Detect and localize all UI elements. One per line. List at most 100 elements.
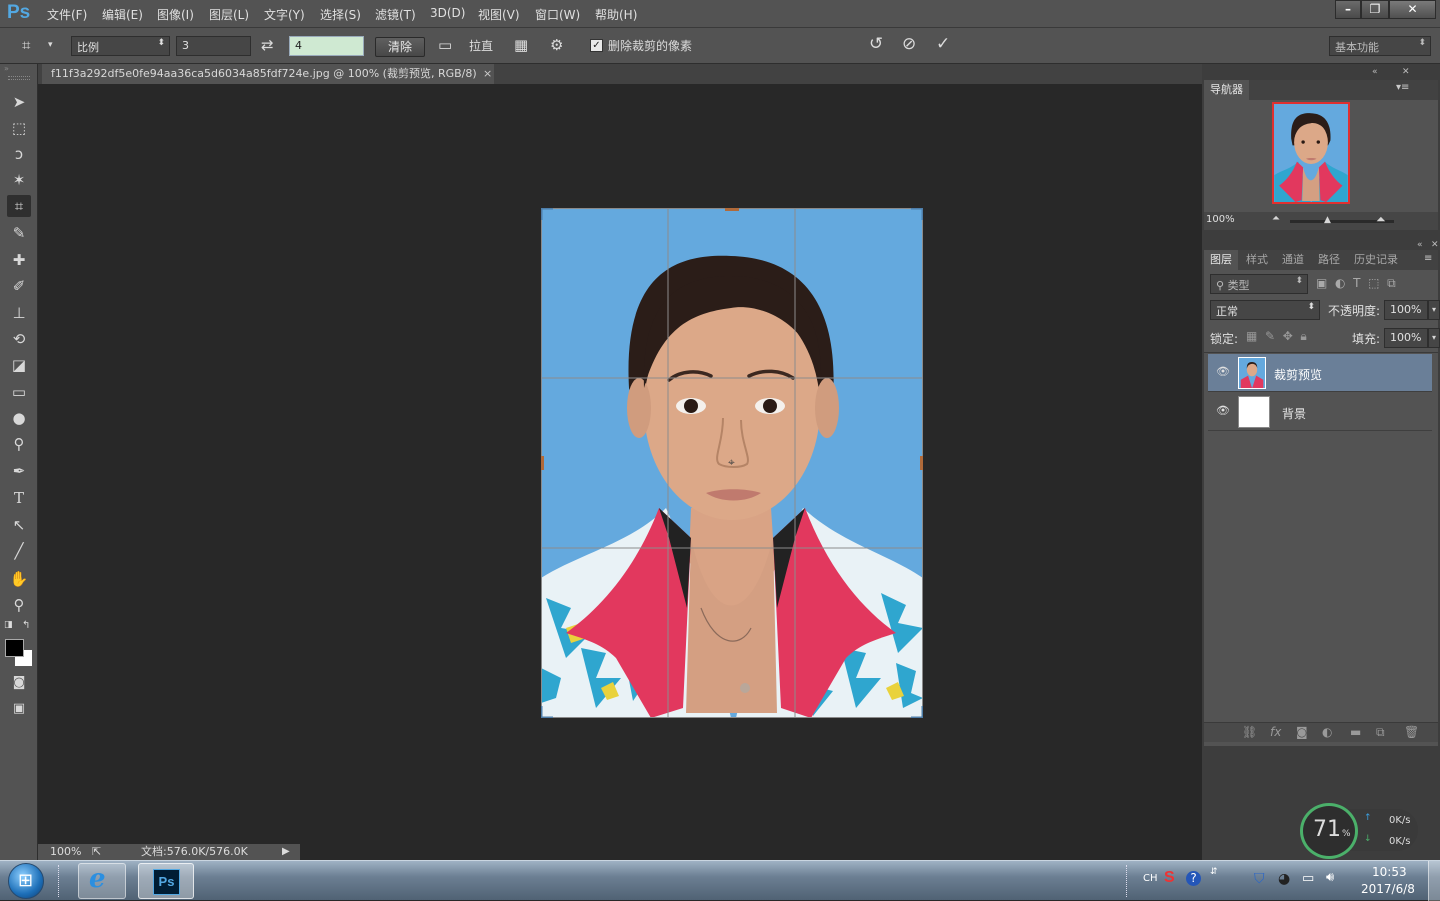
layer-filter-select[interactable]: ⚲ 类型 ⬍ — [1210, 274, 1308, 294]
visibility-eye-icon[interactable]: 👁︎ — [1216, 365, 1230, 379]
restore-button[interactable]: ❐ — [1361, 0, 1389, 19]
menu-file[interactable]: 文件(F) — [47, 6, 87, 23]
grip-icon[interactable] — [8, 76, 30, 80]
pen-tool-icon[interactable]: ✒ — [7, 460, 31, 482]
layer-name[interactable]: 背景 — [1282, 405, 1306, 422]
link-layers-icon[interactable]: ⛓︎ — [1242, 725, 1257, 739]
cancel-icon[interactable]: ⊘ — [902, 35, 916, 53]
layer-row-crop-preview[interactable]: 👁︎ 裁剪预览 — [1208, 354, 1432, 392]
tab-layers[interactable]: 图层 — [1204, 250, 1238, 270]
menu-3d[interactable]: 3D(D) — [430, 6, 465, 20]
fx-icon[interactable]: fx — [1270, 725, 1281, 739]
screen-mode-icon[interactable]: ▣ — [7, 698, 31, 720]
brush-tool-icon[interactable]: ✐ — [7, 275, 31, 297]
quick-mask-icon[interactable]: ◙ — [7, 672, 31, 694]
panel-menu-icon[interactable]: ▾≡ — [1396, 82, 1409, 93]
navigator-zoom[interactable]: 100% — [1206, 214, 1235, 225]
tab-history[interactable]: 历史记录 — [1348, 250, 1404, 270]
fill-dropdown-icon[interactable]: ▾ — [1428, 328, 1440, 348]
language-indicator[interactable]: CH — [1143, 873, 1158, 884]
zoom-in-icon[interactable]: ⏶ — [1376, 212, 1386, 227]
volume-icon[interactable]: 🔊︎ — [1326, 870, 1334, 885]
adjustment-layer-icon[interactable]: ◐ — [1322, 725, 1332, 739]
add-mask-icon[interactable]: ◙ — [1296, 725, 1308, 739]
opacity-input[interactable]: 100% — [1384, 300, 1428, 320]
adjustment-filter-icon[interactable]: ◐ — [1335, 276, 1345, 290]
delete-cropped-checkbox[interactable]: ✓ — [590, 39, 603, 52]
dodge-tool-icon[interactable]: ⚲ — [7, 433, 31, 455]
smart-filter-icon[interactable]: ⧉ — [1387, 276, 1396, 290]
clear-button[interactable]: 清除 — [375, 37, 425, 57]
history-brush-icon[interactable]: ⟲ — [7, 328, 31, 350]
zoom-slider-thumb[interactable]: ▲ — [1324, 215, 1331, 225]
crop-tool-icon[interactable]: ⌗ — [7, 195, 31, 217]
export-icon[interactable]: ⇱ — [92, 844, 101, 859]
healing-brush-icon[interactable]: ✚ — [7, 249, 31, 271]
show-desktop-button[interactable] — [1428, 861, 1440, 901]
qq-icon[interactable]: ◕ — [1278, 871, 1290, 887]
menu-image[interactable]: 图像(I) — [157, 6, 194, 23]
sogou-icon[interactable]: S — [1164, 869, 1175, 887]
new-group-icon[interactable]: ▬ — [1350, 725, 1361, 739]
lasso-tool-icon[interactable]: ↄ — [7, 143, 31, 165]
visibility-eye-icon[interactable]: 👁︎ — [1216, 404, 1230, 418]
opacity-dropdown-icon[interactable]: ▾ — [1428, 300, 1440, 320]
photo-image[interactable]: ⌖ — [541, 208, 923, 718]
gradient-tool-icon[interactable]: ▭ — [7, 381, 31, 403]
zoom-level[interactable]: 100% — [50, 844, 81, 859]
help-icon[interactable]: ? — [1186, 871, 1201, 886]
layers-menu-icon[interactable]: ≡ — [1424, 253, 1432, 264]
close-button[interactable]: ✕ — [1389, 0, 1436, 19]
collapse-icon[interactable]: » — [4, 64, 9, 73]
security-shield-icon[interactable]: ⛉ — [1254, 871, 1265, 887]
layer-filter-icons[interactable]: ▣ ◐ T ⬚ ⧉ — [1316, 276, 1396, 291]
hand-tool-icon[interactable]: ✋ — [7, 568, 31, 590]
menu-view[interactable]: 视图(V) — [478, 6, 520, 23]
eraser-tool-icon[interactable]: ◪ — [7, 354, 31, 376]
foreground-color-swatch[interactable] — [5, 639, 24, 657]
clock-time[interactable]: 10:53 — [1372, 865, 1407, 879]
status-menu-icon[interactable]: ▶ — [282, 844, 290, 859]
type-tool-icon[interactable]: T — [7, 487, 31, 509]
swap-icon[interactable]: ⇄ — [261, 36, 274, 54]
collapse-panel-icon[interactable]: « — [1372, 67, 1378, 77]
default-colors-icon[interactable]: ◨ — [4, 620, 13, 630]
close-layers-icon[interactable]: ✕ — [1431, 240, 1439, 250]
zoom-tool-icon[interactable]: ⚲ — [7, 594, 31, 616]
menu-filter[interactable]: 滤镜(T) — [375, 6, 416, 23]
move-tool-icon[interactable]: ➤ — [7, 91, 31, 113]
close-panel-icon[interactable]: ✕ — [1402, 67, 1410, 77]
close-tab-icon[interactable]: × — [483, 64, 492, 83]
stamp-tool-icon[interactable]: ⊥ — [7, 302, 31, 324]
workspace-select[interactable]: 基本功能 ⬍ — [1329, 36, 1431, 56]
lock-transparent-icon[interactable]: ▦ — [1246, 329, 1257, 343]
type-filter-icon[interactable]: T — [1353, 276, 1360, 290]
tab-navigator[interactable]: 导航器 — [1204, 80, 1249, 100]
lock-position-icon[interactable]: ✥ — [1283, 329, 1293, 343]
network-icon[interactable]: ▭ — [1302, 871, 1314, 886]
crop-width-input[interactable]: 3 — [176, 36, 251, 56]
menu-layer[interactable]: 图层(L) — [209, 6, 249, 23]
delete-layer-icon[interactable]: 🗑︎ — [1404, 725, 1419, 739]
line-tool-icon[interactable]: ╱ — [7, 540, 31, 562]
tab-styles[interactable]: 样式 — [1240, 250, 1274, 270]
collapse-layers-icon[interactable]: « — [1417, 240, 1423, 250]
document-tab[interactable]: f11f3a292df5e0fe94aa36ca5d6034a85fdf724e… — [42, 64, 494, 84]
eyedropper-icon[interactable]: ✎ — [7, 222, 31, 244]
menu-window[interactable]: 窗口(W) — [535, 6, 580, 23]
commit-icon[interactable]: ✓ — [936, 35, 950, 53]
menu-help[interactable]: 帮助(H) — [595, 6, 637, 23]
start-button[interactable]: ⊞ — [8, 863, 44, 899]
swap-colors-icon[interactable]: ↰ — [22, 620, 30, 631]
taskbar-ie[interactable]: e — [78, 863, 126, 899]
straighten-label[interactable]: 拉直 — [469, 37, 493, 55]
ime-settings-icon[interactable]: ⇵ — [1210, 867, 1218, 877]
magic-wand-icon[interactable]: ✶ — [7, 169, 31, 191]
clock-date[interactable]: 2017/6/8 — [1361, 882, 1415, 896]
path-selection-icon[interactable]: ↖ — [7, 514, 31, 536]
menu-select[interactable]: 选择(S) — [320, 6, 361, 23]
minimize-button[interactable]: – — [1335, 0, 1361, 19]
taskbar-photoshop[interactable]: Ps — [138, 863, 194, 899]
gear-icon[interactable]: ⚙ — [550, 36, 563, 54]
marquee-tool-icon[interactable]: ⬚ — [7, 117, 31, 139]
